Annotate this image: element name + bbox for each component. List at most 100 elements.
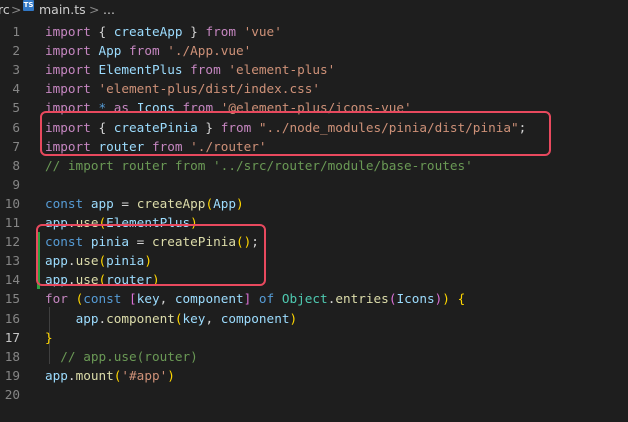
code-token: Object <box>281 291 328 307</box>
code-token: mount <box>75 367 114 383</box>
code-editor[interactable]: 1 import { createApp } from 'vue' 2 import … <box>0 22 628 422</box>
code-token: { <box>457 291 466 307</box>
highlight-box-pinia-setup <box>36 224 266 286</box>
code-token: app <box>90 195 114 211</box>
code-line[interactable]: 8 // import router from '../src/router/mo… <box>0 156 628 175</box>
code-token: createApp <box>136 195 206 211</box>
code-line[interactable]: 10 const app = createApp(App) <box>0 194 628 213</box>
line-number: 9 <box>12 176 20 192</box>
code-token: from <box>205 24 236 39</box>
breadcrumb-separator: > <box>11 2 22 17</box>
code-line[interactable]: 20 <box>0 385 628 404</box>
breadcrumb-folder[interactable]: rc <box>0 0 10 20</box>
code-token: , <box>205 310 221 326</box>
code-text: app.mount('#app') <box>45 366 175 385</box>
breadcrumb: rc > TS main.ts > ... <box>0 0 628 20</box>
code-token: const <box>45 195 84 211</box>
line-number: 3 <box>12 62 20 78</box>
code-token: Icons <box>396 291 435 307</box>
line-number: 13 <box>4 253 20 269</box>
breadcrumb-more[interactable]: ... <box>103 0 115 20</box>
code-token: 'vue' <box>243 24 282 39</box>
code-token: component <box>174 291 244 307</box>
code-token: app <box>45 367 68 383</box>
code-token: } <box>45 329 53 345</box>
code-text: const app = createApp(App) <box>45 194 244 213</box>
line-number: 18 <box>4 348 20 364</box>
code-line[interactable]: 9 <box>0 175 628 194</box>
line-number: 7 <box>12 138 20 154</box>
code-line[interactable]: 2 import App from './App.vue' <box>0 41 628 60</box>
line-number: 11 <box>4 215 20 230</box>
code-token: } <box>182 24 206 39</box>
code-token: of <box>258 291 275 307</box>
code-token: ( <box>174 310 183 326</box>
code-token: { <box>90 24 114 39</box>
code-text: import 'element-plus/dist/index.css' <box>45 79 320 98</box>
line-number: 8 <box>12 157 20 173</box>
code-text: app.component(key, component) <box>45 309 298 328</box>
code-token: ) <box>236 195 244 211</box>
line-number: 4 <box>12 81 20 97</box>
code-line[interactable]: 4 import 'element-plus/dist/index.css' <box>0 79 628 98</box>
code-line[interactable]: 15 for (const [key, component] of Object.… <box>0 289 628 308</box>
code-token: import <box>45 62 91 78</box>
code-token: entries <box>335 291 389 307</box>
line-number: 2 <box>12 43 20 59</box>
code-token: , <box>159 291 175 307</box>
code-line[interactable]: 1 import { createApp } from 'vue' <box>0 22 628 41</box>
code-token: ( <box>205 195 214 211</box>
code-token: 'element-plus/dist/index.css' <box>98 81 321 97</box>
line-number: 17 <box>4 329 20 345</box>
code-token: . <box>98 310 107 326</box>
code-token: './App.vue' <box>167 43 252 59</box>
code-token: 'element-plus' <box>228 62 336 78</box>
code-token: App <box>213 195 236 211</box>
code-token: component <box>220 310 290 326</box>
code-token: key <box>182 310 206 326</box>
code-token: // app.use(router) <box>60 348 198 364</box>
code-token: ) <box>167 367 175 383</box>
code-line[interactable]: 3 import ElementPlus from 'element-plus' <box>0 60 628 79</box>
code-token: from <box>129 43 160 59</box>
line-number: 5 <box>12 100 20 116</box>
code-text: import { createApp } from 'vue' <box>45 22 282 41</box>
code-token: from <box>190 62 221 78</box>
code-token: key <box>136 291 160 307</box>
code-text: // app.use(router) <box>45 347 198 366</box>
code-line[interactable]: 16 app.component(key, component) <box>0 309 628 328</box>
code-token: // import router from '../src/router/mod… <box>45 157 473 173</box>
code-token: import <box>45 24 91 39</box>
code-token: App <box>98 43 122 59</box>
code-line[interactable]: 18 // app.use(router) <box>0 347 628 366</box>
breadcrumb-file[interactable]: main.ts <box>39 0 86 20</box>
code-token: '#app' <box>121 367 168 383</box>
code-text: for (const [key, component] of Object.en… <box>45 289 465 308</box>
code-line[interactable]: 17} <box>0 328 628 347</box>
code-line[interactable]: 19 app.mount('#app') <box>0 366 628 385</box>
code-token: [ <box>129 291 137 307</box>
line-number: 6 <box>12 119 20 135</box>
line-number: 12 <box>4 234 20 250</box>
code-text: } <box>45 328 53 347</box>
code-text: import ElementPlus from 'element-plus' <box>45 60 335 79</box>
line-number: 15 <box>4 291 20 307</box>
highlight-box-imports <box>40 111 551 156</box>
code-token: component <box>106 310 175 326</box>
code-token: . <box>67 367 76 383</box>
line-number: 14 <box>4 272 20 288</box>
line-number: 20 <box>4 386 20 402</box>
breadcrumb-separator: > <box>89 2 100 17</box>
code-token: const <box>83 291 122 307</box>
